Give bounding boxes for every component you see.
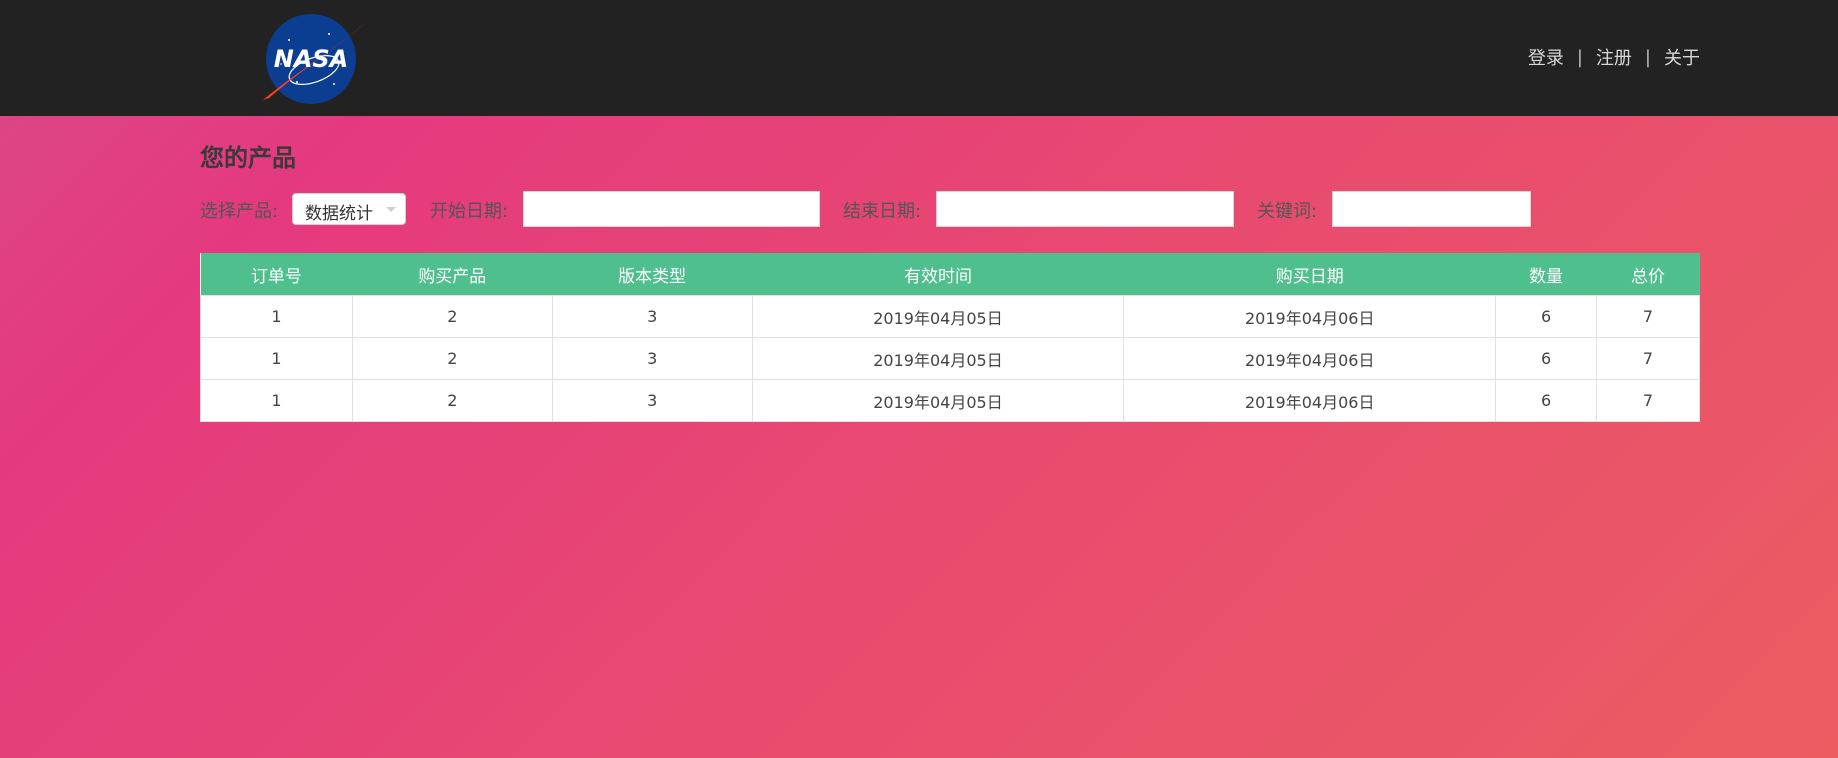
cell-version: 3: [551, 337, 753, 380]
cell-total-price: 7: [1596, 337, 1700, 380]
cell-total-price: 7: [1596, 295, 1700, 338]
keyword-label: 关键词:: [1257, 201, 1318, 222]
top-navbar: NASA 登录 | 注册 | 关于: [0, 0, 1838, 116]
column-header-quantity[interactable]: 数量: [1495, 253, 1597, 296]
cell-purchase-date: 2019年04月06日: [1123, 379, 1497, 422]
cell-version: 3: [551, 295, 753, 338]
register-link[interactable]: 注册: [1596, 44, 1632, 70]
table-row[interactable]: 1 2 3 2019年04月05日 2019年04月06日 6 7: [200, 379, 1700, 422]
header-nav: 登录 | 注册 | 关于: [1528, 44, 1700, 70]
page-title: 您的产品: [200, 144, 296, 172]
product-select-label: 选择产品:: [200, 201, 279, 222]
table-row[interactable]: 1 2 3 2019年04月05日 2019年04月06日 6 7: [200, 295, 1700, 338]
cell-valid-time: 2019年04月05日: [751, 379, 1125, 422]
nav-separator: |: [1644, 46, 1651, 68]
login-link[interactable]: 登录: [1528, 44, 1564, 70]
cell-product: 2: [351, 379, 553, 422]
nasa-logo[interactable]: NASA: [259, 12, 373, 106]
cell-product: 2: [351, 295, 553, 338]
cell-purchase-date: 2019年04月06日: [1123, 337, 1497, 380]
end-date-input[interactable]: [936, 191, 1234, 227]
cell-order-id: 1: [200, 295, 353, 338]
cell-purchase-date: 2019年04月06日: [1123, 295, 1497, 338]
cell-order-id: 1: [200, 337, 353, 380]
cell-product: 2: [351, 337, 553, 380]
table-header-row: 订单号 购买产品 版本类型 有效时间 购买日期 数量 总价: [200, 253, 1700, 296]
cell-valid-time: 2019年04月05日: [751, 337, 1125, 380]
column-header-purchase-date[interactable]: 购买日期: [1123, 253, 1496, 296]
keyword-input[interactable]: [1332, 191, 1531, 227]
end-date-label: 结束日期:: [843, 201, 922, 222]
cell-order-id: 1: [200, 379, 353, 422]
column-header-valid-time[interactable]: 有效时间: [752, 253, 1124, 296]
logo-wordmark: NASA: [274, 45, 349, 73]
column-header-order-id[interactable]: 订单号: [200, 253, 353, 296]
table-row[interactable]: 1 2 3 2019年04月05日 2019年04月06日 6 7: [200, 337, 1700, 380]
product-select[interactable]: 数据统计: [292, 193, 406, 225]
about-link[interactable]: 关于: [1664, 44, 1700, 70]
cell-quantity: 6: [1495, 337, 1598, 380]
start-date-label: 开始日期:: [430, 201, 509, 222]
cell-quantity: 6: [1495, 379, 1598, 422]
start-date-input[interactable]: [523, 191, 820, 227]
nav-separator: |: [1576, 46, 1583, 68]
orders-table: 订单号 购买产品 版本类型 有效时间 购买日期 数量 总价 1 2 3 2019…: [200, 253, 1700, 422]
cell-quantity: 6: [1495, 295, 1598, 338]
cell-valid-time: 2019年04月05日: [751, 295, 1125, 338]
product-select-value: 数据统计: [305, 204, 373, 224]
chevron-down-icon: [386, 207, 396, 212]
column-header-version[interactable]: 版本类型: [552, 253, 753, 296]
column-header-product[interactable]: 购买产品: [352, 253, 553, 296]
cell-total-price: 7: [1596, 379, 1700, 422]
cell-version: 3: [551, 379, 753, 422]
column-header-total-price[interactable]: 总价: [1596, 253, 1700, 296]
